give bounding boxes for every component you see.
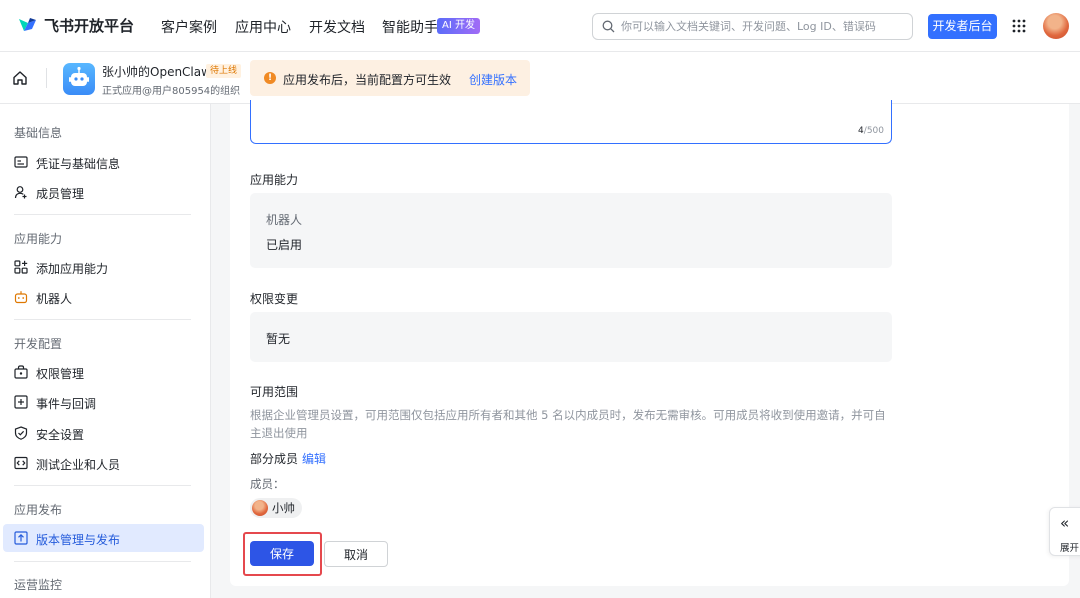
top-navbar: 飞书开放平台 客户案例 应用中心 开发文档 智能助手 AI 开发 开发者后台 [0, 0, 1080, 52]
publish-notice-banner: ! 应用发布后，当前配置方可生效 创建版本 [250, 60, 530, 96]
shield-icon [14, 426, 28, 440]
expand-label: 展开 [1060, 543, 1080, 554]
members-label: 成员： [250, 477, 285, 491]
developer-console-button[interactable]: 开发者后台 [928, 14, 997, 39]
sidebar-section-title: 开发配置 [14, 337, 63, 351]
app-header: 张小帅的OpenClaw 待上线 正式应用@用户805954的组织 ! 应用发布… [0, 52, 1080, 104]
sidebar-item-test-org[interactable]: 测试企业和人员 [3, 449, 204, 477]
event-icon [14, 395, 28, 409]
add-capability-icon [14, 260, 28, 274]
sidebar-divider [14, 319, 191, 320]
credential-icon [14, 156, 28, 168]
description-textarea[interactable]: 4/500 [250, 100, 892, 144]
sidebar-item-label: 权限管理 [36, 367, 85, 381]
sidebar-item-events[interactable]: 事件与回调 [3, 388, 204, 416]
app-name: 张小帅的OpenClaw [102, 65, 211, 79]
sidebar-item-permissions[interactable]: 权限管理 [3, 358, 204, 386]
upload-icon [14, 531, 28, 545]
nav-dev-docs[interactable]: 开发文档 [309, 17, 365, 37]
member-name: 小帅 [272, 501, 295, 515]
nav-smart-assistant[interactable]: 智能助手 [382, 17, 438, 37]
scope-label: 可用范围 [250, 385, 299, 399]
robot-face-icon [69, 66, 89, 86]
char-counter: 4/500 [858, 126, 884, 136]
sidebar-item-label: 安全设置 [36, 428, 85, 442]
home-icon[interactable] [12, 70, 28, 86]
permission-change-value: 暂无 [266, 332, 291, 346]
divider [46, 68, 47, 88]
status-badge: 待上线 [206, 64, 242, 78]
scope-mode: 部分成员 [250, 452, 299, 466]
permission-icon [14, 365, 28, 379]
sidebar-item-members[interactable]: 成员管理 [3, 178, 204, 206]
capability-box: 机器人 已启用 [250, 193, 892, 268]
char-limit: /500 [863, 126, 884, 136]
sidebar-divider [14, 485, 191, 486]
capability-status: 已启用 [266, 238, 303, 252]
sidebar-section-title: 运营监控 [14, 578, 63, 592]
feishu-logo-icon [19, 18, 36, 31]
warning-icon: ! [264, 72, 276, 84]
scope-hint: 根据企业管理员设置，可用范围仅包括应用所有者和其他 5 名以内成员时，发布无需审… [250, 408, 886, 440]
sidebar-item-add-capability[interactable]: 添加应用能力 [3, 253, 204, 281]
search-icon [602, 20, 615, 33]
member-chip: 小帅 [250, 498, 302, 518]
sidebar-item-label: 版本管理与发布 [36, 533, 121, 547]
notice-text: 应用发布后，当前配置方可生效 [283, 73, 452, 87]
permission-change-box: 暂无 [250, 312, 892, 362]
capability-label: 应用能力 [250, 173, 299, 187]
edit-scope-link[interactable]: 编辑 [302, 450, 326, 467]
user-avatar[interactable] [1043, 13, 1069, 39]
sidebar-item-label: 成员管理 [36, 187, 85, 201]
sidebar-divider [14, 214, 191, 215]
sidebar-item-version-release[interactable]: 版本管理与发布 [3, 524, 204, 552]
create-version-link[interactable]: 创建版本 [469, 71, 517, 88]
brand-name: 飞书开放平台 [44, 16, 135, 35]
sidebar-divider [14, 561, 191, 562]
sidebar-item-label: 测试企业和人员 [36, 458, 121, 472]
sidebar-item-security[interactable]: 安全设置 [3, 419, 204, 447]
app-subtitle: 正式应用@用户805954的组织 [102, 86, 241, 97]
save-button[interactable]: 保存 [250, 541, 314, 566]
sidebar-section-title: 基础信息 [14, 126, 63, 140]
doc-search[interactable] [592, 13, 913, 40]
sidebar-item-robot[interactable]: 机器人 [3, 283, 204, 311]
app-robot-avatar [63, 63, 95, 95]
sidebar-section-title: 应用发布 [14, 503, 63, 517]
expand-panel-tab[interactable]: « 展开 [1049, 507, 1080, 556]
nav-customer-cases[interactable]: 客户案例 [161, 17, 217, 37]
ai-dev-badge: AI 开发 [437, 18, 480, 34]
permission-change-label: 权限变更 [250, 292, 299, 306]
sidebar: 基础信息 凭证与基础信息 成员管理 应用能力 添加应用能力 机器人 开发配置 权… [0, 104, 211, 598]
robot-icon [14, 291, 28, 304]
sidebar-item-label: 添加应用能力 [36, 262, 109, 276]
release-form-panel: 4/500 应用能力 机器人 已启用 权限变更 暂无 可用范围 根据企业管理员设… [230, 100, 1069, 586]
search-input[interactable] [621, 17, 905, 36]
member-icon [14, 186, 27, 199]
sidebar-section-title: 应用能力 [14, 232, 63, 246]
test-icon [14, 456, 28, 470]
cancel-button[interactable]: 取消 [324, 541, 388, 567]
sidebar-item-label: 凭证与基础信息 [36, 157, 121, 171]
capability-name: 机器人 [266, 213, 303, 227]
sidebar-item-credentials[interactable]: 凭证与基础信息 [3, 148, 204, 176]
nav-app-center[interactable]: 应用中心 [235, 17, 291, 37]
sidebar-item-label: 事件与回调 [36, 397, 97, 411]
double-chevron-left-icon: « [1060, 514, 1070, 532]
sidebar-item-label: 机器人 [36, 292, 73, 306]
brand-logo[interactable]: 飞书开放平台 [16, 14, 134, 36]
avatar [252, 500, 268, 516]
app-grid-icon[interactable] [1012, 19, 1026, 33]
